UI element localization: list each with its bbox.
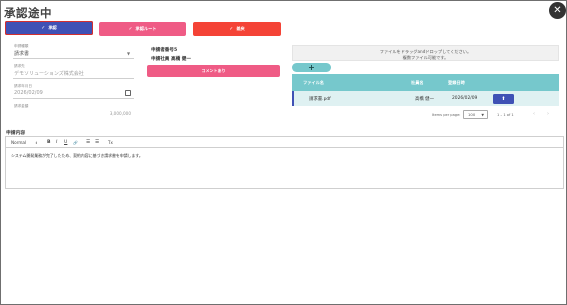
dialog-title: 承認途中 (4, 6, 52, 20)
approval-route-button[interactable]: ✓ 承認ルート (99, 22, 186, 36)
file-name-cell: 請求書.pdf (309, 96, 331, 102)
file-dropzone[interactable]: ファイルをドラッグandドロップしてください。 複数ファイル可能です。 (292, 45, 559, 61)
editor-toolbar: Normal ⇕ B I U 🔗 ☰ ☰ Tx (6, 137, 563, 148)
items-per-page-label: Items per page: (432, 113, 461, 117)
dropzone-subtext: 複数ファイル可能です。 (402, 55, 449, 60)
check-icon: ✓ (229, 26, 234, 32)
file-table: ファイル名 社員名 登録日時 請求書.pdf 高橋 健一 2026/02/09 … (292, 74, 559, 106)
dialog: 承認途中 ✕ ✓ 承認 ✓ 承認ルート ✓ 差戻 申請種類 請求書 ▼ 請求先 … (0, 0, 567, 305)
reject-button-label: 差戻 (236, 26, 245, 31)
reject-button[interactable]: ✓ 差戻 (193, 22, 281, 36)
paginator-range: 1 – 1 of 1 (497, 113, 514, 117)
editor-content[interactable]: システム開発業務が完了したため、契約内容に基づき請求書を申請します。 (11, 153, 143, 159)
chevron-down-icon[interactable]: ▼ (127, 51, 130, 56)
column-header: 社員名 (411, 79, 424, 85)
underline-button[interactable]: U (64, 140, 67, 145)
link-icon[interactable]: 🔗 (73, 140, 78, 145)
request-date-label: 請求年月日 (14, 84, 32, 88)
recipient-field[interactable]: デモソリューションズ株式会社 (14, 70, 84, 77)
table-header: ファイル名 社員名 登録日時 (292, 74, 559, 91)
date-cell: 2026/02/09 (452, 95, 478, 101)
check-icon: ✓ (128, 26, 133, 32)
comment-button[interactable]: コメントあり (147, 65, 280, 77)
format-select[interactable]: Normal (11, 140, 26, 145)
calendar-icon[interactable] (125, 90, 131, 96)
request-date-field[interactable]: 2026/02/09 (14, 90, 43, 96)
field-underline (13, 98, 134, 99)
download-icon[interactable]: ⬆ (493, 93, 514, 104)
column-header: ファイル名 (303, 79, 324, 85)
approval-route-button-label: 承認ルート (135, 26, 157, 31)
chevron-down-icon: ▼ (481, 113, 484, 117)
employee-cell: 高橋 健一 (415, 96, 434, 102)
next-page-icon[interactable]: › (547, 111, 549, 117)
approve-button-label: 承認 (48, 25, 57, 30)
approve-button[interactable]: ✓ 承認 (5, 21, 93, 35)
previous-page-icon[interactable]: ‹ (533, 111, 535, 117)
application-type-select[interactable]: 請求書 (14, 50, 29, 57)
table-row[interactable]: 請求書.pdf 高橋 健一 2026/02/09 ⬆ (292, 91, 559, 106)
bullet-list-icon[interactable]: ☰ (95, 140, 99, 145)
italic-button[interactable]: I (56, 140, 57, 145)
rich-text-editor[interactable]: Normal ⇕ B I U 🔗 ☰ ☰ Tx システム開発業務が完了したため、… (5, 136, 564, 189)
chevron-updown-icon[interactable]: ⇕ (35, 141, 38, 145)
field-underline (13, 78, 134, 79)
amount-field[interactable]: 3,000,000 (101, 111, 131, 116)
add-file-button[interactable]: + (292, 63, 331, 72)
field-underline (13, 58, 134, 59)
page-size-value: 100 (468, 112, 476, 117)
applicant-name: 申請社員 高橋 健一 (151, 57, 191, 62)
check-icon: ✓ (41, 25, 46, 31)
application-type-label: 申請種類 (14, 44, 29, 48)
content-section-title: 申請内容 (6, 131, 26, 136)
recipient-label: 請求先 (14, 64, 25, 68)
bold-button[interactable]: B (47, 140, 51, 145)
close-icon[interactable]: ✕ (549, 2, 566, 19)
amount-label: 請求金額 (14, 104, 29, 108)
dropzone-text: ファイルをドラッグandドロップしてください。 (379, 48, 472, 54)
page-size-select[interactable]: 100 ▼ (463, 110, 488, 119)
ordered-list-icon[interactable]: ☰ (86, 140, 90, 145)
applicant-id: 申請者番号5 (151, 48, 178, 53)
column-header: 登録日時 (448, 79, 465, 85)
clear-format-icon[interactable]: Tx (108, 140, 113, 145)
